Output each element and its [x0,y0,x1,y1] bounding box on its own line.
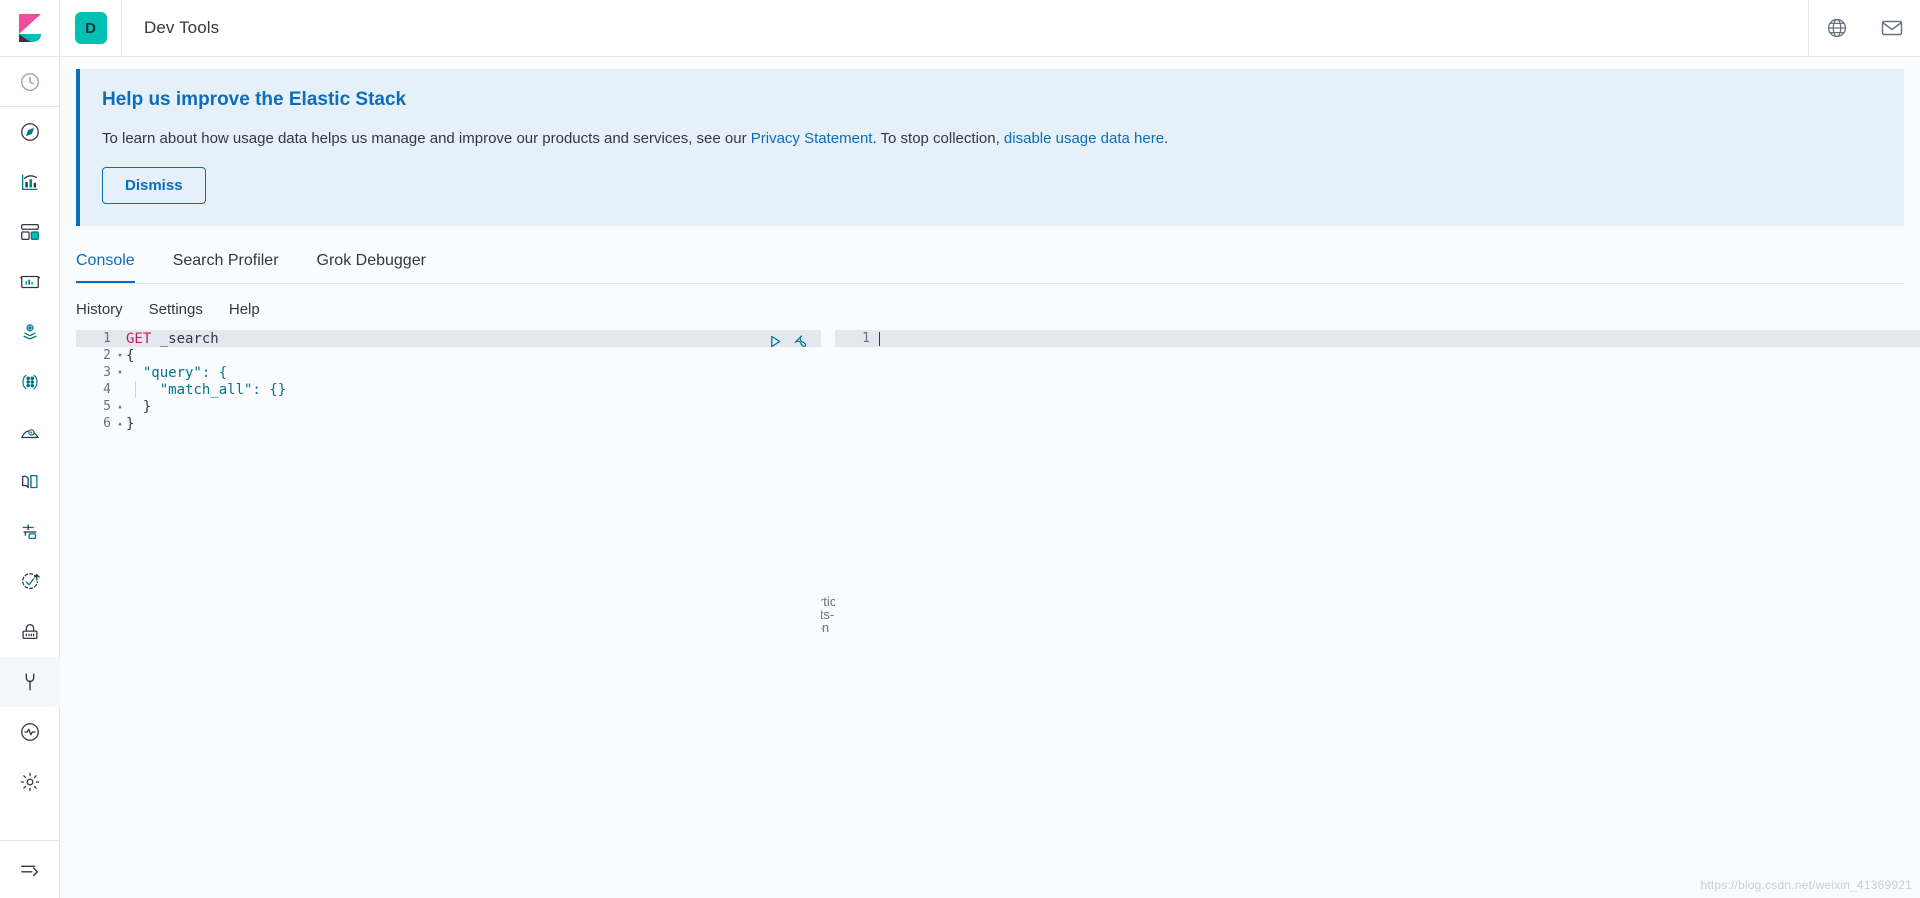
global-header: D Dev Tools [60,0,1920,57]
watermark: https://blog.csdn.net/weixin_41369921 [1700,878,1912,892]
fold-toggle[interactable]: ▾ [114,351,126,361]
main-column: D Dev Tools Help us improve the Elastic … [60,0,1920,898]
indent-guide [135,381,136,398]
code-line[interactable]: 6 ▴ } [76,415,821,432]
line-number: 1 [862,331,870,346]
response-pane[interactable]: 1 https://blog.csdn.net/weixin_41369921 [835,330,1920,898]
menu-item-settings[interactable]: Settings [149,301,203,318]
fold-toggle[interactable]: ▴ [114,402,126,412]
sidebar-item-management[interactable] [0,757,60,807]
sidebar-item-discover[interactable] [0,107,60,157]
response-body[interactable] [835,347,1920,898]
request-path: _search [151,330,219,347]
sidebar-item-canvas[interactable] [0,257,60,307]
code-text: } [126,398,152,415]
code-line[interactable]: 3 ▾ "query": { [76,364,821,381]
code-line[interactable]: 2 ▾ { [76,347,821,364]
tab-grok-debugger[interactable]: Grok Debugger [317,252,426,283]
callout-text-before: To learn about how usage data helps us m… [102,130,751,147]
response-first-line[interactable]: 1 [835,330,1920,347]
dev-tools-tabs: Console Search Profiler Grok Debugger [76,240,1904,284]
callout-text-middle: . To stop collection, [872,130,1004,147]
sidebar-item-uptime[interactable] [0,557,60,607]
callout-title: Help us improve the Elastic Stack [102,89,407,110]
menu-item-history[interactable]: History [76,301,123,318]
console-menu-bar: History Settings Help [60,288,1920,330]
space-badge-wrap[interactable]: D [60,0,122,57]
play-icon[interactable] [768,334,783,349]
sidebar-item-dashboard[interactable] [0,207,60,257]
page-content: Help us improve the Elastic Stack To lea… [60,57,1920,898]
request-editor-pane[interactable]: 1 GET _search 2 ▾ { 3 ▾ "query": {4 "ma… [76,330,821,898]
mail-icon[interactable] [1864,0,1920,57]
header-actions [1808,0,1920,57]
http-method: GET [126,330,152,347]
console-editor-area: 1 GET _search 2 ▾ { 3 ▾ "query": {4 "ma… [76,330,1920,898]
sidebar-item-dev-tools[interactable] [0,657,60,707]
tab-console[interactable]: Console [76,252,135,283]
pane-resize-handle[interactable]: vertical-dots-icon [805,330,851,898]
line-number: 1 [103,331,111,346]
sidebar-item-maps[interactable] [0,307,60,357]
sidebar-collapse-button[interactable] [0,840,60,898]
sidebar-item-apm[interactable] [0,507,60,557]
rail-item-list [0,57,60,807]
sidebar-item-infrastructure[interactable] [0,407,60,457]
menu-item-help[interactable]: Help [229,301,260,318]
request-code[interactable]: 1 GET _search 2 ▾ { 3 ▾ "query": {4 "ma… [76,330,821,432]
request-actions [768,334,807,349]
code-line[interactable]: 4 "match_all": {} [76,381,821,398]
code-text: GET _search [126,331,219,347]
app-root: D Dev Tools Help us improve the Elastic … [0,0,1920,898]
help-circle-icon[interactable] [1808,0,1864,57]
space-badge[interactable]: D [74,12,107,44]
code-text: "match_all": {} [126,381,287,398]
kibana-logo[interactable] [0,0,60,57]
code-text: "query": { [126,364,228,381]
sidebar-item-recently-viewed[interactable] [0,57,60,107]
sidebar-item-siem[interactable] [0,607,60,657]
fold-toggle[interactable]: ▾ [114,368,126,378]
fold-toggle[interactable]: ▴ [114,419,126,429]
code-line[interactable]: 1 GET _search [76,330,821,347]
tab-search-profiler[interactable]: Search Profiler [173,252,279,283]
line-number: 4 [103,382,111,397]
dismiss-button[interactable]: Dismiss [102,167,206,204]
telemetry-callout: Help us improve the Elastic Stack To lea… [76,69,1904,226]
sidebar-item-visualize[interactable] [0,157,60,207]
line-number: 5 [103,399,111,414]
line-number: 6 [103,416,111,431]
callout-body: To learn about how usage data helps us m… [102,128,1882,149]
privacy-statement-link[interactable]: Privacy Statement [751,130,873,147]
code-line[interactable]: 5 ▴ } [76,398,821,415]
page-title: Dev Tools [144,18,220,37]
callout-text-after: . [1164,130,1169,147]
primary-navigation-rail [0,0,60,898]
disable-usage-data-link[interactable]: disable usage data here [1004,130,1164,147]
sidebar-item-logs[interactable] [0,457,60,507]
sidebar-item-machine-learning[interactable] [0,357,60,407]
code-text: } [126,415,135,432]
code-text: { [126,347,135,364]
sidebar-item-monitoring[interactable] [0,707,60,757]
text-cursor [879,331,880,346]
wrench-icon[interactable] [792,334,807,349]
line-number: 3 [103,365,111,380]
line-number: 2 [103,348,111,363]
